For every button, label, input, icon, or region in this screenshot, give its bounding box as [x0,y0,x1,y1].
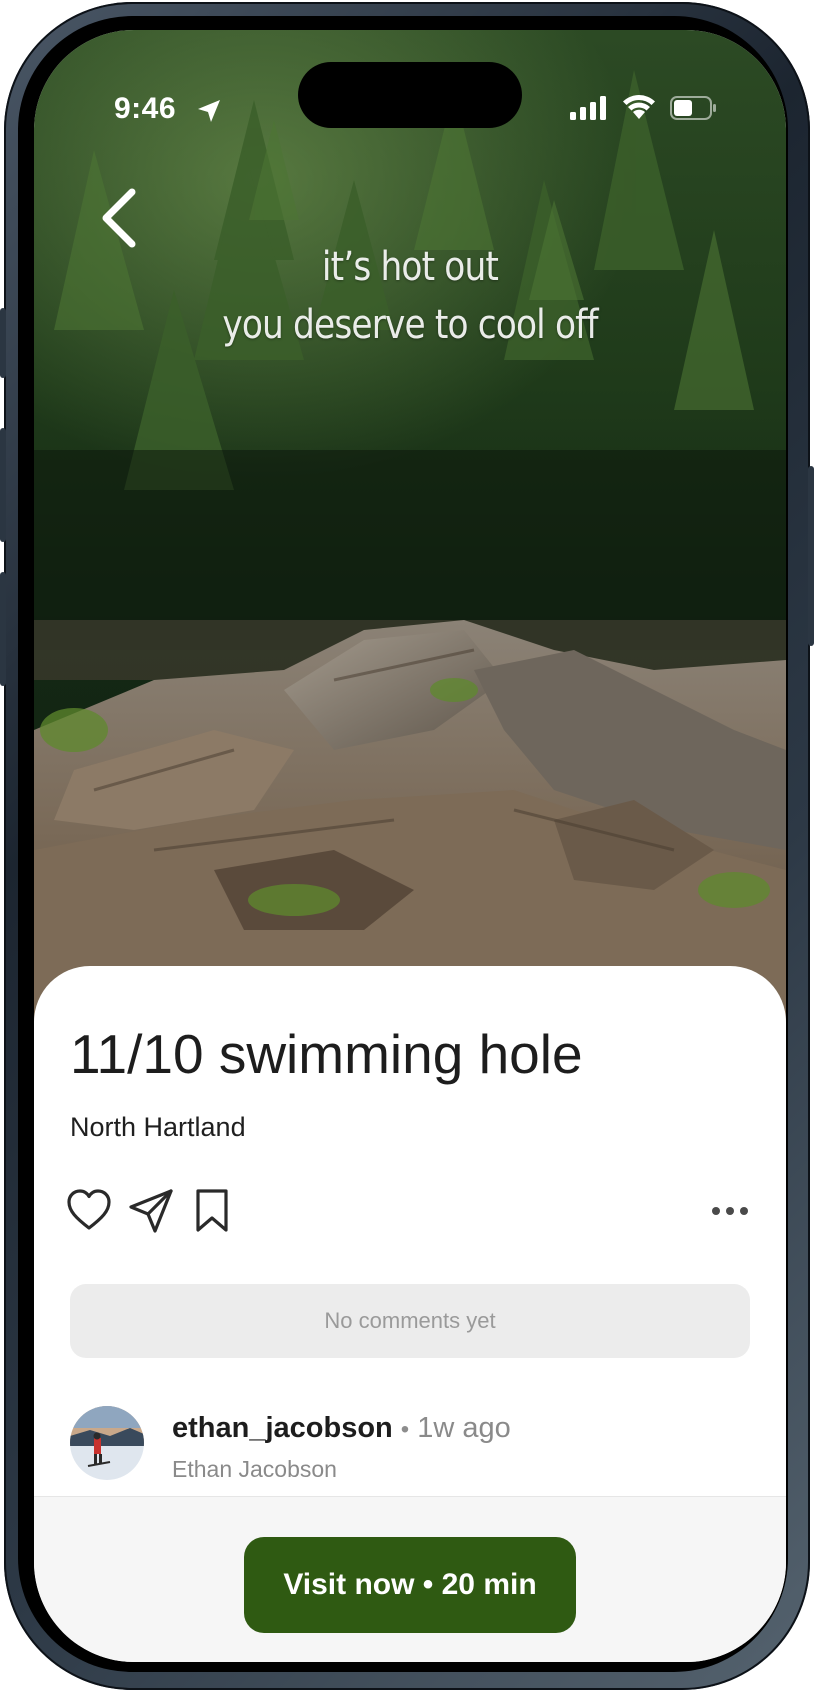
author-display-name: Ethan Jacobson [172,1456,337,1482]
author-username[interactable]: ethan_jacobson [172,1412,393,1444]
send-icon [129,1189,173,1233]
power-button [808,466,814,646]
author-line: ethan_jacobson • 1w ago [172,1412,511,1445]
author-separator: • [400,1416,410,1443]
post-location[interactable]: North Hartland [70,1112,246,1143]
heart-icon [67,1189,111,1230]
bookmark-icon [196,1189,228,1232]
location-arrow-icon [196,98,222,129]
status-time: 9:46 [114,92,177,125]
like-button[interactable] [66,1188,112,1237]
volume-down-button [0,572,6,686]
post-timestamp: 1w ago [417,1412,511,1444]
media-caption-line-2: you deserve to cool off [222,302,598,348]
avatar[interactable] [70,1406,144,1480]
media-caption-line-1: it’s hot out [321,244,499,290]
battery-icon [670,96,718,125]
phone-screen: 9:46 it’s hot out you deserve to cool of… [34,30,786,1662]
more-horizontal-icon [712,1207,748,1215]
more-options-button[interactable] [710,1204,750,1223]
comments-box[interactable]: No comments yet [70,1284,750,1358]
bottom-action-bar: Visit now • 20 min [34,1496,786,1662]
action-button [0,308,6,378]
post-title: 11/10 swimming hole [70,1023,583,1085]
volume-up-button [0,428,6,542]
save-button[interactable] [194,1188,230,1239]
wifi-icon [622,93,656,126]
dynamic-island [298,62,522,128]
cellular-signal-icon [570,96,606,125]
post-details-sheet: 11/10 swimming hole North Hartland No co… [34,966,786,1496]
share-button[interactable] [128,1188,174,1239]
visit-now-button[interactable]: Visit now • 20 min [244,1537,576,1633]
